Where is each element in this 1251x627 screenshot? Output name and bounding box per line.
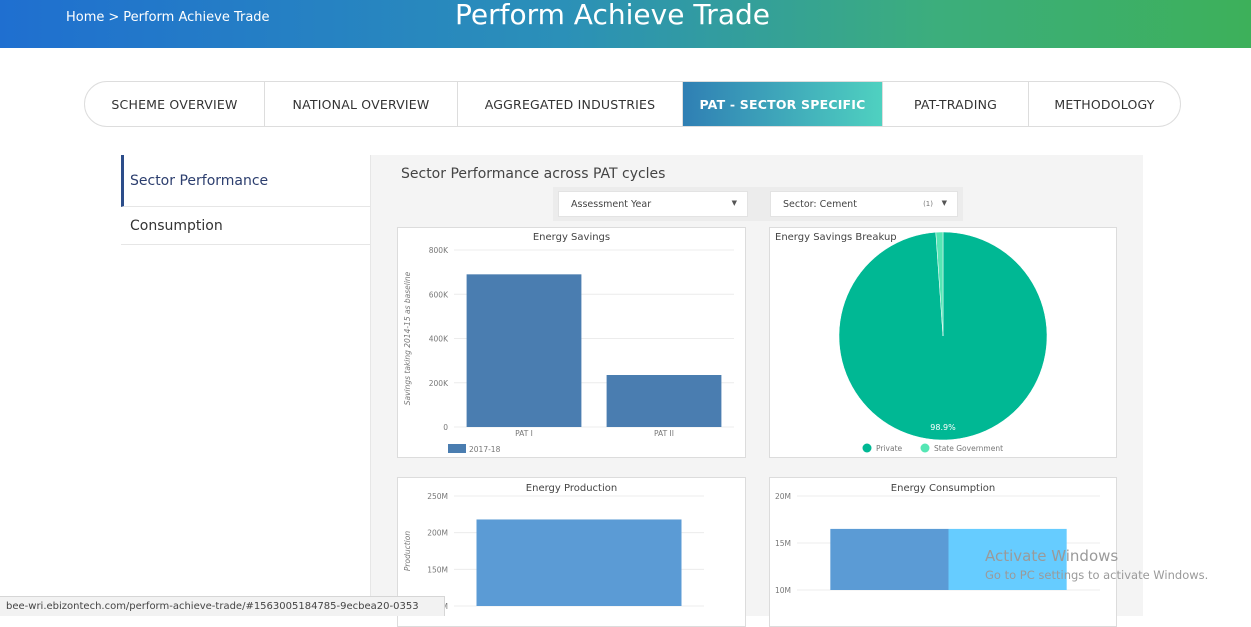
- y-tick-label: 150M: [427, 565, 448, 574]
- energy-production-card: Energy Production 100M150M200M250MProduc…: [397, 477, 746, 627]
- filter-bar: Assessment Year ▼ Sector: Cement (1) ▼: [553, 187, 963, 221]
- bar: [476, 519, 682, 606]
- y-tick-label: 800K: [429, 246, 449, 255]
- tab-methodology[interactable]: METHODOLOGY: [1029, 82, 1180, 126]
- watermark-title: Activate Windows: [985, 547, 1119, 565]
- chevron-down-icon: ▼: [731, 199, 737, 207]
- watermark-subtitle: Go to PC settings to activate Windows.: [985, 568, 1209, 582]
- assessment-year-select[interactable]: Assessment Year ▼: [558, 191, 748, 217]
- breadcrumb-separator: >: [108, 10, 120, 25]
- sidebar-item-consumption[interactable]: Consumption: [121, 207, 370, 245]
- energy-breakup-card: Energy Savings Breakup 98.9% Private State…: [769, 227, 1117, 458]
- sidebar: Sector Performance Consumption: [121, 155, 371, 616]
- section-title: Sector Performance across PAT cycles: [401, 166, 666, 182]
- y-tick-label: 0: [443, 423, 448, 432]
- pie-data-label: 98.9%: [930, 423, 956, 432]
- page-header: Home > Perform Achieve Trade Perform Achie…: [0, 0, 1251, 48]
- energy-breakup-chart: 98.9% Private State Government: [838, 231, 1048, 453]
- legend-swatch: [862, 443, 872, 453]
- tab-aggregated-industries[interactable]: AGGREGATED INDUSTRIES: [458, 82, 683, 126]
- bar: [830, 528, 949, 590]
- energy-savings-card: Energy Savings 0 200K 400K 600K 800K PAT I PAT…: [397, 227, 746, 458]
- energy-production-chart: 100M150M200M250MProduction: [403, 492, 704, 611]
- sector-label: Sector: Cement: [783, 198, 857, 210]
- y-tick-label: 600K: [429, 290, 449, 299]
- y-tick-label: 10M: [775, 586, 791, 595]
- y-tick-label: 200K: [429, 379, 449, 388]
- x-tick-label: PAT I: [515, 429, 533, 438]
- legend-swatch: [920, 443, 930, 453]
- legend-swatch: [448, 444, 466, 453]
- chevron-down-icon: ▼: [941, 199, 947, 207]
- activate-windows-watermark: Activate Windows Go to PC settings to ac…: [985, 547, 1208, 582]
- tab-pat-trading[interactable]: PAT-TRADING: [883, 82, 1029, 126]
- sector-count: (1): [923, 200, 933, 208]
- breadcrumb: Home > Perform Achieve Trade: [66, 10, 270, 25]
- legend-label: Private: [876, 444, 903, 453]
- sidebar-item-sector-performance[interactable]: Sector Performance: [121, 155, 370, 207]
- tab-national-overview[interactable]: NATIONAL OVERVIEW: [265, 82, 458, 126]
- energy-savings-chart: 0 200K 400K 600K 800K PAT I PAT II Savings taki…: [403, 246, 734, 454]
- y-tick-label: 20M: [775, 492, 791, 501]
- y-tick-label: 15M: [775, 539, 791, 548]
- bar: [466, 274, 582, 427]
- legend-label: 2017-18: [469, 445, 501, 454]
- tab-scheme-overview[interactable]: SCHEME OVERVIEW: [85, 82, 265, 126]
- y-axis-label: Production: [403, 531, 412, 571]
- y-axis-label: Savings taking 2014-15 as baseline: [403, 271, 412, 405]
- breadcrumb-current: Perform Achieve Trade: [123, 10, 270, 25]
- section-tabs: SCHEME OVERVIEW NATIONAL OVERVIEW AGGREG…: [84, 81, 1181, 127]
- y-tick-label: 400K: [429, 335, 449, 344]
- page-title: Perform Achieve Trade: [455, 0, 770, 31]
- sector-select[interactable]: Sector: Cement (1) ▼: [770, 191, 958, 217]
- breadcrumb-home-link[interactable]: Home: [66, 10, 104, 25]
- tab-pat-sector-specific[interactable]: PAT - SECTOR SPECIFIC: [683, 82, 883, 126]
- assessment-year-label: Assessment Year: [571, 198, 652, 210]
- y-tick-label: 200M: [427, 529, 448, 538]
- status-url: bee-wri.ebizontech.com/perform-achieve-t…: [0, 596, 445, 616]
- x-tick-label: PAT II: [654, 429, 674, 438]
- legend-label: State Government: [934, 444, 1003, 453]
- y-tick-label: 250M: [427, 492, 448, 501]
- bar: [606, 375, 722, 427]
